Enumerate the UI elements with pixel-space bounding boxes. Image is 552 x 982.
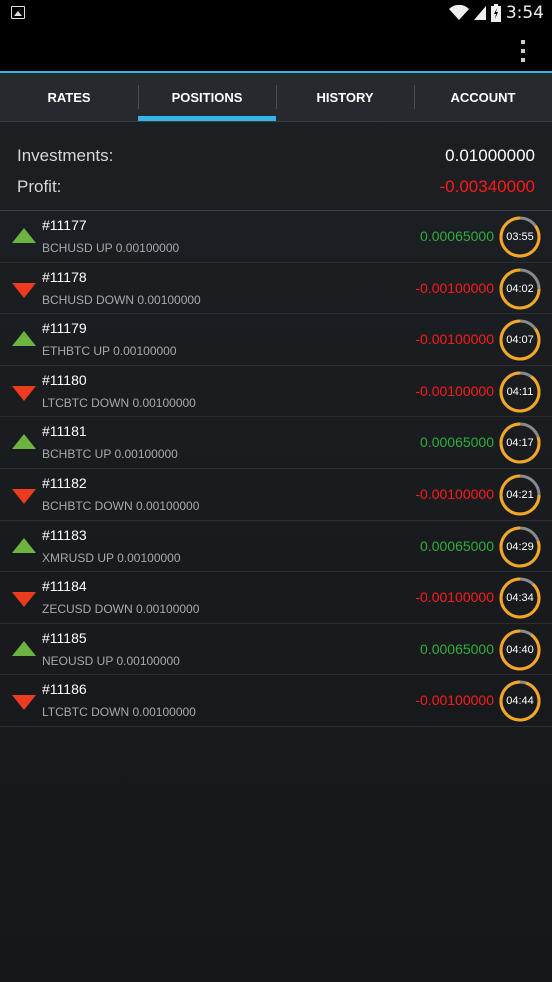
position-id: #11184: [42, 578, 87, 595]
position-description: ETHBTC UP 0.00100000: [42, 344, 177, 359]
expiry-timer: 04:44: [499, 680, 541, 722]
signal-icon: [473, 6, 486, 20]
expiry-timer: 04:11: [499, 371, 541, 413]
position-id: #11180: [42, 371, 87, 388]
image-notification-icon: [11, 6, 25, 19]
position-profit: 0.00065000: [420, 640, 494, 657]
position-profit: 0.00065000: [420, 537, 494, 554]
position-profit: -0.00100000: [415, 331, 494, 348]
position-row[interactable]: #11182 BCHBTC DOWN 0.00100000 -0.00100000 0…: [0, 469, 552, 521]
arrow-up-icon: [12, 640, 36, 656]
position-profit: -0.00100000: [415, 692, 494, 709]
arrow-up-icon: [12, 537, 36, 553]
position-id: #11177: [42, 217, 87, 233]
status-bar: 3:54: [0, 0, 552, 26]
tab-bar: RATES POSITIONS HISTORY ACCOUNT: [0, 73, 552, 122]
clock: 3:54: [505, 3, 544, 23]
timer-text: 04:17: [506, 437, 534, 450]
arrow-up-icon: [12, 331, 36, 347]
investments-row: Investments: 0.01000000: [17, 140, 535, 171]
position-row[interactable]: #11177 BCHUSD UP 0.00100000 0.00065000 03:5…: [0, 211, 552, 263]
position-row[interactable]: #11180 LTCBTC DOWN 0.00100000 -0.00100000 0…: [0, 366, 552, 418]
position-id: #11185: [42, 629, 87, 646]
action-bar: [0, 26, 552, 73]
expiry-timer: 04:02: [499, 268, 541, 310]
arrow-up-icon: [12, 228, 36, 243]
expiry-timer: 04:29: [499, 526, 541, 568]
position-id: #11178: [42, 268, 87, 285]
arrow-down-icon: [12, 282, 36, 298]
position-id: #11181: [42, 423, 87, 440]
profit-row: Profit: -0.00340000: [17, 171, 535, 202]
wifi-icon: [448, 5, 469, 20]
expiry-timer: 04:07: [499, 319, 541, 361]
position-row[interactable]: #11178 BCHUSD DOWN 0.00100000 -0.00100000 0…: [0, 263, 552, 315]
timer-text: 04:34: [506, 592, 534, 605]
battery-icon: [490, 4, 501, 22]
tab-account[interactable]: ACCOUNT: [414, 73, 552, 121]
position-description: NEOUSD UP 0.00100000: [42, 653, 180, 668]
position-row[interactable]: #11181 BCHBTC UP 0.00100000 0.00065000 04:1…: [0, 417, 552, 469]
position-profit: -0.00100000: [415, 279, 494, 296]
position-description: BCHUSD DOWN 0.00100000: [42, 292, 201, 307]
tab-positions[interactable]: POSITIONS: [138, 73, 276, 121]
timer-text: 04:29: [506, 540, 534, 553]
timer-text: 04:11: [506, 385, 534, 398]
status-icons: 3:54: [448, 3, 544, 23]
expiry-timer: 03:55: [499, 216, 541, 258]
timer-text: 04:21: [506, 488, 534, 501]
expiry-timer: 04:21: [499, 474, 541, 516]
position-profit: -0.00100000: [415, 485, 494, 502]
position-description: XMRUSD UP 0.00100000: [42, 550, 181, 565]
expiry-timer: 04:40: [499, 629, 541, 671]
position-row[interactable]: #11183 XMRUSD UP 0.00100000 0.00065000 04:2…: [0, 521, 552, 573]
position-profit: 0.00065000: [420, 228, 494, 244]
profit-value: -0.00340000: [439, 176, 535, 196]
position-id: #11182: [42, 474, 87, 491]
tab-history[interactable]: HISTORY: [276, 73, 414, 121]
position-id: #11183: [42, 526, 87, 543]
position-row[interactable]: #11186 LTCBTC DOWN 0.00100000 -0.00100000 0…: [0, 675, 552, 727]
position-id: #11186: [42, 681, 87, 698]
timer-text: 04:44: [506, 695, 534, 708]
arrow-down-icon: [12, 592, 36, 608]
arrow-up-icon: [12, 434, 36, 450]
summary-panel: Investments: 0.01000000 Profit: -0.00340…: [0, 122, 552, 211]
position-description: BCHUSD UP 0.00100000: [42, 241, 180, 255]
position-description: LTCBTC DOWN 0.00100000: [42, 705, 196, 720]
investments-label: Investments:: [17, 145, 114, 165]
positions-list: #11177 BCHUSD UP 0.00100000 0.00065000 03:5…: [0, 211, 552, 727]
position-description: BCHBTC DOWN 0.00100000: [42, 498, 200, 513]
position-row[interactable]: #11179 ETHBTC UP 0.00100000 -0.00100000 04:…: [0, 314, 552, 366]
tab-rates[interactable]: RATES: [0, 73, 138, 121]
timer-text: 04:02: [506, 282, 534, 295]
arrow-down-icon: [12, 695, 36, 711]
timer-text: 03:55: [506, 231, 534, 243]
position-id: #11179: [42, 320, 87, 337]
timer-text: 04:40: [506, 643, 534, 656]
position-profit: -0.00100000: [415, 382, 494, 399]
expiry-timer: 04:34: [499, 577, 541, 619]
position-row[interactable]: #11185 NEOUSD UP 0.00100000 0.00065000 04:4…: [0, 624, 552, 676]
investments-value: 0.01000000: [445, 145, 535, 165]
position-row[interactable]: #11184 ZECUSD DOWN 0.00100000 -0.00100000 0…: [0, 572, 552, 624]
position-profit: -0.00100000: [415, 589, 494, 606]
position-description: BCHBTC UP 0.00100000: [42, 447, 178, 462]
position-description: ZECUSD DOWN 0.00100000: [42, 602, 200, 617]
arrow-down-icon: [12, 385, 36, 401]
position-description: LTCBTC DOWN 0.00100000: [42, 395, 196, 410]
profit-label: Profit:: [17, 176, 62, 196]
arrow-down-icon: [12, 488, 36, 504]
expiry-timer: 04:17: [499, 422, 541, 464]
timer-text: 04:07: [506, 334, 534, 347]
position-profit: 0.00065000: [420, 434, 494, 451]
overflow-menu-icon[interactable]: [521, 40, 526, 62]
